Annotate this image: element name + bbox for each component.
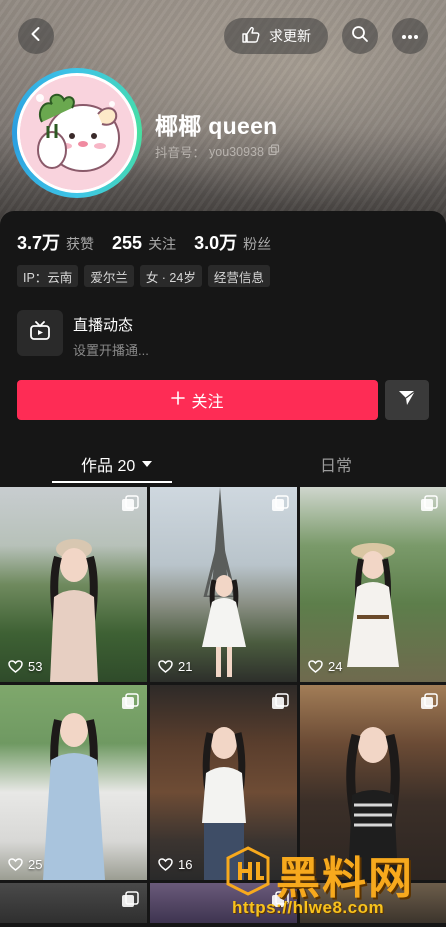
like-count-value: 53: [28, 659, 43, 674]
multi-image-icon: [271, 693, 289, 716]
heart-outline-icon: [8, 858, 23, 871]
multi-image-icon: [121, 891, 139, 914]
live-updates-title[interactable]: 直播动态: [73, 314, 133, 335]
stat-followers[interactable]: 3.0万 粉丝: [194, 229, 271, 255]
tab-active-indicator: [52, 481, 172, 483]
multi-image-icon: [271, 495, 289, 518]
tag-business-info[interactable]: 经营信息: [207, 265, 270, 287]
multi-image-icon: [121, 693, 139, 716]
thumb-point-icon: [241, 26, 261, 47]
copy-icon[interactable]: [268, 144, 280, 159]
stat-likes-label: 获赞: [66, 236, 95, 252]
like-count: 16: [158, 857, 192, 872]
stat-likes-count: 3.7万: [17, 233, 61, 253]
share-button[interactable]: [385, 380, 429, 420]
like-count-value: 16: [178, 857, 193, 872]
stat-following-count: 255: [112, 233, 143, 253]
stats-row: 3.7万 获赞 255 关注 3.0万 粉丝: [17, 229, 271, 255]
stat-followers-count: 3.0万: [194, 233, 238, 253]
search-button[interactable]: [342, 18, 378, 54]
more-dots-icon: [401, 27, 419, 45]
heart-outline-icon: [8, 660, 23, 673]
plus-icon: [171, 390, 186, 410]
avatar[interactable]: [12, 68, 142, 198]
multi-image-icon: [420, 693, 438, 716]
video-thumbnail[interactable]: 53: [0, 487, 147, 682]
tab-daily[interactable]: 日常: [320, 452, 352, 476]
profile-name: 椰椰 queen: [155, 113, 278, 139]
video-thumbnail[interactable]: 25: [0, 685, 147, 880]
like-count-value: 25: [28, 857, 43, 872]
person-figure: [201, 575, 246, 677]
tab-works-label: 作品 20: [81, 458, 136, 475]
like-count: 24: [308, 659, 342, 674]
heart-outline-icon: [158, 858, 173, 871]
tab-works[interactable]: 作品 20: [81, 452, 153, 476]
caret-down-icon: [141, 455, 153, 473]
tag-school: 爱尔兰: [84, 265, 134, 287]
douyin-id-value: you30938: [209, 144, 264, 159]
request-update-button[interactable]: 求更新: [224, 18, 328, 54]
person-figure: [42, 713, 105, 880]
stat-followers-label: 粉丝: [243, 236, 272, 252]
chevron-left-icon: [28, 26, 44, 47]
live-updates-subtitle: 设置开播通...: [73, 343, 149, 358]
follow-label: 关注: [191, 394, 224, 411]
watermark-url: https://hlwe8.com: [232, 898, 385, 917]
back-button[interactable]: [18, 18, 54, 54]
profile-tags: IP：云南 爱尔兰 女 · 24岁 经营信息: [17, 265, 270, 287]
video-thumbnail[interactable]: 21: [150, 487, 297, 682]
stat-following-label: 关注: [148, 236, 177, 252]
live-updates-button[interactable]: [17, 310, 63, 356]
watermark-brand: 黑料网: [276, 853, 414, 904]
multi-image-icon: [121, 495, 139, 518]
watermark: 黑料网 https://hlwe8.com: [224, 838, 446, 927]
douyin-id-row: 抖音号： you30938: [155, 142, 280, 161]
like-count: 53: [8, 659, 42, 674]
tag-ip: IP：云南: [17, 265, 79, 287]
like-count-value: 21: [178, 659, 193, 674]
watermark-logo: [226, 846, 270, 896]
video-thumbnail[interactable]: 24: [300, 487, 446, 682]
person-figure: [347, 543, 399, 667]
tv-icon: [29, 320, 51, 346]
stat-likes: 3.7万 获赞: [17, 229, 94, 255]
like-count-value: 24: [328, 659, 343, 674]
multi-image-icon: [420, 495, 438, 518]
tag-gender-age: 女 · 24岁: [139, 265, 202, 287]
stat-following[interactable]: 255 关注: [112, 233, 176, 254]
video-thumbnail[interactable]: [0, 883, 147, 923]
like-count: 21: [158, 659, 192, 674]
avatar-image: [17, 73, 137, 193]
more-button[interactable]: [392, 18, 428, 54]
tab-daily-label: 日常: [320, 458, 353, 475]
search-icon: [351, 25, 369, 48]
like-count: 25: [8, 857, 42, 872]
heart-outline-icon: [158, 660, 173, 673]
heart-outline-icon: [308, 660, 323, 673]
douyin-id-label: 抖音号：: [155, 146, 206, 160]
follow-button[interactable]: 关注: [17, 380, 378, 420]
request-update-label: 求更新: [269, 28, 311, 44]
send-icon: [398, 390, 416, 411]
